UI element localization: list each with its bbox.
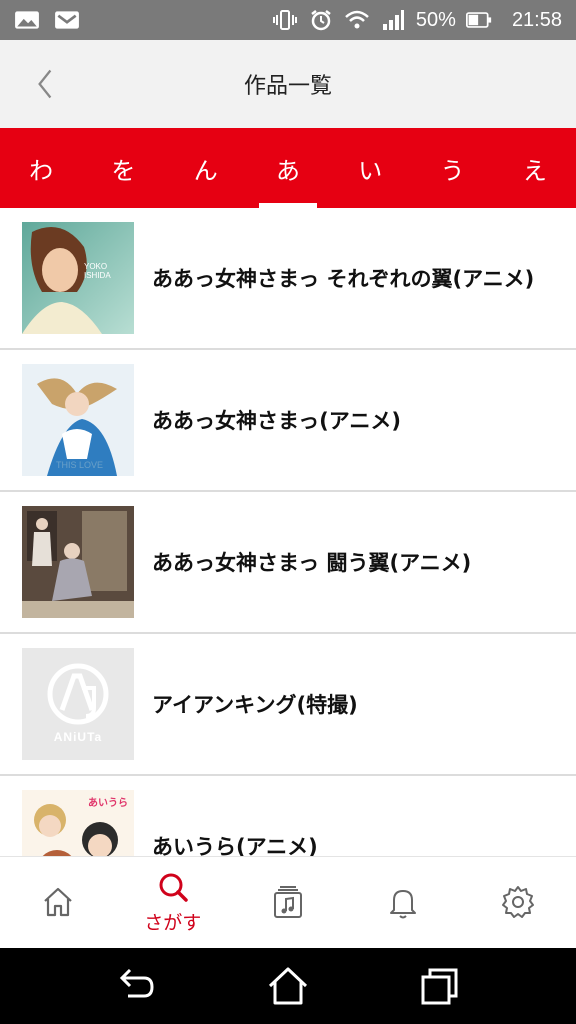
- gallery-icon: [14, 9, 40, 31]
- work-title: ああっ女神さまっ(アニメ): [152, 409, 401, 433]
- tab-label: わ: [29, 156, 54, 185]
- mail-icon: [54, 9, 80, 31]
- list-item[interactable]: THIS LOVE ああっ女神さまっ(アニメ): [0, 350, 576, 492]
- signal-icon: [380, 9, 406, 31]
- back-button[interactable]: [30, 66, 60, 102]
- work-title: アイアンキング(特撮): [152, 693, 358, 717]
- nav-notifications[interactable]: [346, 857, 461, 948]
- tab-i[interactable]: い: [329, 128, 411, 208]
- tab-a[interactable]: あ: [247, 128, 329, 208]
- tab-wo[interactable]: を: [82, 128, 164, 208]
- gear-icon: [502, 885, 535, 918]
- tab-label: う: [440, 156, 465, 185]
- tab-label: い: [358, 156, 383, 185]
- work-thumbnail: あいうら: [22, 790, 134, 856]
- thumb-caption: YOKO ISHIDA: [84, 262, 111, 280]
- work-title: ああっ女神さまっ それぞれの翼(アニメ): [152, 267, 535, 291]
- system-nav-bar: [0, 948, 576, 1024]
- nav-library[interactable]: [230, 857, 345, 948]
- list-item[interactable]: YOKO ISHIDA ああっ女神さまっ それぞれの翼(アニメ): [0, 208, 576, 350]
- tab-label: あ: [275, 156, 300, 185]
- recents-icon: [421, 968, 458, 1005]
- work-title: あいうら(アニメ): [152, 835, 318, 856]
- list-item[interactable]: ああっ女神さまっ 闘う翼(アニメ): [0, 492, 576, 634]
- tab-wa[interactable]: わ: [0, 128, 82, 208]
- nav-label: さがす: [144, 912, 202, 934]
- app-bar: 作品一覧: [0, 40, 576, 128]
- home-icon: [43, 887, 72, 916]
- work-thumbnail: [22, 506, 134, 618]
- tab-label: を: [111, 156, 136, 185]
- thumb-caption: THIS LOVE: [56, 460, 104, 470]
- back-arrow-icon: [119, 968, 154, 998]
- list-item[interactable]: ANiUTa アイアンキング(特撮): [0, 634, 576, 776]
- work-title: ああっ女神さまっ 闘う翼(アニメ): [152, 551, 472, 575]
- work-list: YOKO ISHIDA ああっ女神さまっ それぞれの翼(アニメ) THIS LO…: [0, 208, 576, 856]
- tab-u[interactable]: う: [411, 128, 493, 208]
- thumb-caption: あいうら: [88, 798, 128, 809]
- nav-home[interactable]: [0, 857, 115, 948]
- battery-percent: 50%: [415, 8, 456, 31]
- chevron-left-icon: [38, 69, 52, 99]
- vibrate-icon: [272, 9, 298, 31]
- search-icon: [159, 873, 188, 902]
- list-item[interactable]: あいうら あいうら(アニメ): [0, 776, 576, 856]
- work-thumbnail: YOKO ISHIDA: [22, 222, 134, 334]
- system-home-button[interactable]: [264, 962, 312, 1010]
- wifi-icon: [344, 9, 370, 31]
- page-title: 作品一覧: [243, 74, 332, 99]
- tab-e[interactable]: え: [494, 128, 576, 208]
- status-bar: 50% 21:58: [0, 0, 576, 40]
- tab-label: え: [522, 156, 547, 185]
- battery-icon: [465, 9, 492, 31]
- system-recents-button[interactable]: [416, 962, 464, 1010]
- clock: 21:58: [511, 8, 562, 31]
- bell-icon: [390, 889, 417, 918]
- home-outline-icon: [268, 967, 308, 1005]
- kana-tab-bar: わ を ん あ い う え: [0, 128, 576, 208]
- bottom-nav: さがす: [0, 856, 576, 948]
- tab-label: ん: [193, 156, 218, 185]
- alarm-icon: [308, 9, 334, 31]
- tab-n[interactable]: ん: [165, 128, 247, 208]
- thumb-caption: ANiUTa: [53, 730, 103, 744]
- work-thumbnail: THIS LOVE: [22, 364, 134, 476]
- nav-search[interactable]: さがす: [115, 857, 230, 948]
- system-back-button[interactable]: [112, 962, 160, 1010]
- nav-settings[interactable]: [461, 857, 576, 948]
- music-library-icon: [274, 885, 302, 918]
- work-thumbnail: ANiUTa: [22, 648, 134, 760]
